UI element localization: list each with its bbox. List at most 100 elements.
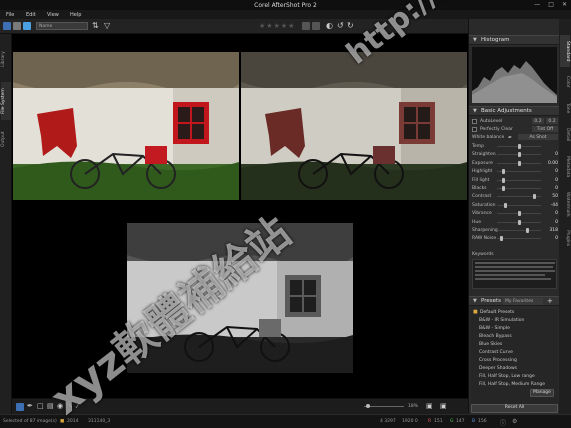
slider-knob[interactable] <box>499 236 503 242</box>
adjustment-value[interactable]: 0 <box>544 177 558 184</box>
star-icon[interactable]: ★ <box>288 22 294 30</box>
photo-color[interactable] <box>13 52 239 200</box>
preset-item[interactable]: Bleach Bypass <box>479 333 559 340</box>
tab-output[interactable]: Output <box>1 124 11 154</box>
menu-edit[interactable]: Edit <box>26 12 36 18</box>
adjustment-value[interactable]: 0 <box>544 168 558 175</box>
slider-knob[interactable] <box>517 144 521 149</box>
straighten-icon[interactable]: ▤ <box>47 402 54 410</box>
slider-knob[interactable] <box>504 202 508 208</box>
adjustment-value[interactable]: 0 <box>544 219 558 226</box>
preset-item[interactable]: Contrast Curve <box>479 349 559 356</box>
fit-icon[interactable]: ▣ <box>426 402 433 410</box>
adjustment-value[interactable]: 0 <box>544 235 558 242</box>
autolevel-high-value[interactable]: 0.2 <box>546 118 558 124</box>
preset-item[interactable]: Fill, Half Stop, Low range <box>479 373 559 380</box>
adjustment-value[interactable]: 50 <box>544 193 558 200</box>
adjustment-value[interactable]: -44 <box>544 202 558 209</box>
sort-dropdown[interactable]: Name <box>36 22 88 30</box>
manage-presets-button[interactable]: Manage <box>530 389 554 397</box>
rating-stars[interactable]: ★ ★ ★ ★ ★ <box>259 22 294 30</box>
basic-adjustments-header[interactable]: ▼ Basic Adjustments <box>469 106 560 116</box>
history-icon[interactable]: ◐ <box>326 21 333 30</box>
photo-bw[interactable] <box>127 223 353 373</box>
white-balance-dropdown[interactable]: As Shot <box>518 134 558 140</box>
slider-knob[interactable] <box>502 186 506 191</box>
star-icon[interactable]: ★ <box>281 22 287 30</box>
menu-view[interactable]: View <box>47 12 59 18</box>
heal-icon[interactable]: ◉ <box>57 402 63 410</box>
preset-item[interactable]: B&W - Simple <box>479 325 559 332</box>
adjustment-slider[interactable] <box>497 238 541 240</box>
sort-order-icon[interactable]: ⇅ <box>92 21 99 30</box>
slider-knob[interactable] <box>502 177 506 183</box>
brush-icon[interactable]: ✎ <box>67 402 73 410</box>
preset-item[interactable]: Fill, Half Stop, Medium Range <box>479 381 559 388</box>
rotate-right-icon[interactable]: ↻ <box>347 21 354 30</box>
slider-knob[interactable] <box>517 152 521 158</box>
close-icon[interactable]: ✕ <box>562 1 567 8</box>
star-icon[interactable]: ★ <box>259 22 265 30</box>
slider-knob[interactable] <box>532 194 536 200</box>
adjustment-slider[interactable] <box>497 230 541 231</box>
autolevel-checkbox[interactable] <box>472 119 477 124</box>
grid-view-icon[interactable] <box>3 22 11 30</box>
tab-color[interactable]: Color <box>560 71 570 93</box>
crop-icon[interactable]: □ <box>37 402 44 410</box>
single-view-icon[interactable] <box>13 22 21 30</box>
presets-filter-dropdown[interactable]: My Favorites <box>503 298 543 305</box>
perfectly-clear-dropdown[interactable]: Tint Off <box>532 126 558 132</box>
rotate-left-icon[interactable]: ↺ <box>337 21 344 30</box>
menu-help[interactable]: Help <box>70 12 81 18</box>
eyedropper-icon[interactable]: ✒ <box>508 135 512 142</box>
tab-plugins[interactable]: Plugins <box>560 225 570 251</box>
menu-file[interactable]: File <box>6 12 14 18</box>
compare-view-icon[interactable] <box>23 22 31 30</box>
autolevel-low-value[interactable]: 0.2 <box>532 118 544 124</box>
star-icon[interactable]: ★ <box>274 22 280 30</box>
slider-knob[interactable] <box>517 160 521 166</box>
perfectly-clear-checkbox[interactable] <box>472 127 477 132</box>
image-viewer[interactable] <box>12 34 468 398</box>
preset-item[interactable]: Cross Processing <box>479 357 559 364</box>
slider-knob[interactable] <box>502 169 506 175</box>
tab-watermark[interactable]: Watermark <box>560 187 570 221</box>
star-icon[interactable]: ★ <box>266 22 272 30</box>
tab-file-system[interactable]: File System <box>1 82 11 120</box>
eyedropper-icon[interactable]: ✒ <box>27 402 33 410</box>
preset-item[interactable]: Blue Skies <box>479 341 559 348</box>
adjustment-value[interactable]: 0.00 <box>544 160 558 167</box>
presets-folder[interactable]: Default Presets <box>480 309 514 316</box>
preset-item[interactable]: B&W - IR Simulation <box>479 317 559 324</box>
zoom-slider-knob[interactable] <box>366 404 370 408</box>
tab-metadata[interactable]: Metadata <box>560 151 570 183</box>
slider-knob[interactable] <box>517 211 521 217</box>
tab-detail[interactable]: Detail <box>560 123 570 147</box>
preset-item[interactable]: Deeper Shadows <box>479 365 559 372</box>
adjustment-value[interactable]: 0 <box>544 185 558 192</box>
adjustment-value[interactable]: 0 <box>544 151 558 158</box>
presets-header[interactable]: ▼ Presets My Favorites + <box>469 296 560 306</box>
maximize-icon[interactable]: □ <box>548 1 554 8</box>
adjustment-value[interactable]: 318 <box>544 227 558 234</box>
slider-knob[interactable] <box>517 219 521 225</box>
settings-icon[interactable]: ⚙ <box>512 418 517 425</box>
slider-knob[interactable] <box>526 228 530 233</box>
fullscreen-icon[interactable]: ▣ <box>440 402 447 410</box>
histogram-header[interactable]: ▼ Histogram <box>469 35 560 45</box>
tab-tone[interactable]: Tone <box>560 97 570 119</box>
line-tool-icon[interactable]: ⁄ <box>77 402 78 410</box>
keywords-field[interactable] <box>472 259 557 289</box>
adjustment-value[interactable]: 0 <box>544 210 558 217</box>
hand-tool-icon[interactable] <box>16 403 24 411</box>
minimize-icon[interactable]: — <box>534 1 540 8</box>
zoom-slider[interactable] <box>364 404 404 408</box>
tab-standard[interactable]: Standard <box>560 35 570 67</box>
photo-desaturated[interactable] <box>241 52 467 200</box>
info-icon[interactable]: ⓘ <box>500 418 506 427</box>
add-preset-icon[interactable]: + <box>547 297 553 306</box>
color-label-icon[interactable] <box>302 22 310 30</box>
tab-library[interactable]: Library <box>1 40 11 78</box>
tag-icon[interactable] <box>312 22 320 30</box>
reset-all-button[interactable]: Reset All <box>471 404 558 413</box>
